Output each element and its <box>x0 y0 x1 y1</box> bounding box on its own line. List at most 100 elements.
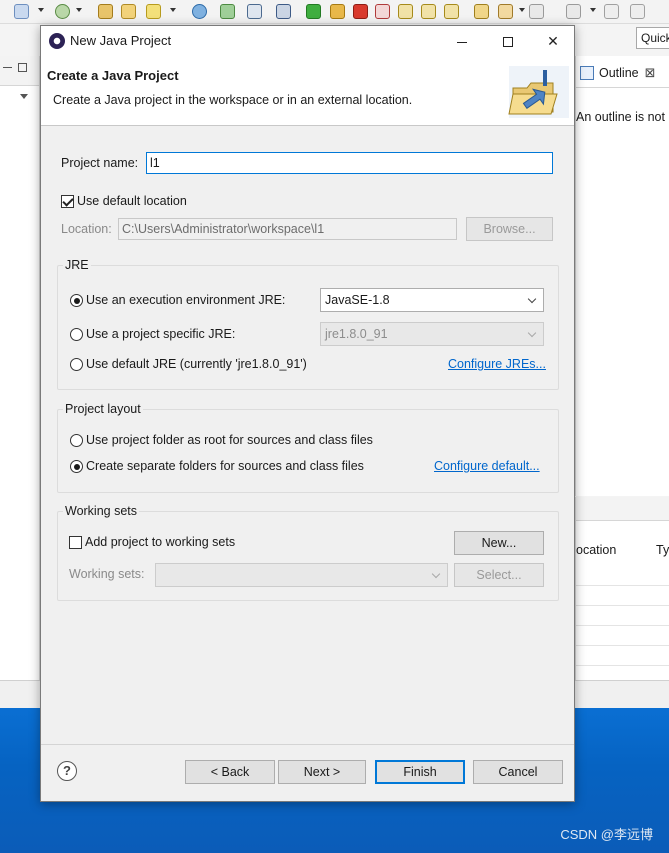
new-class-icon[interactable] <box>55 4 70 19</box>
open-folder-icon[interactable] <box>121 4 136 19</box>
project-specific-jre-value: jre1.8.0_91 <box>325 327 388 341</box>
banner-title: Create a Java Project <box>47 68 179 83</box>
working-sets-group-title: Working sets <box>63 504 140 518</box>
dropdown-arrow-icon[interactable] <box>76 8 82 12</box>
jre-default-radio[interactable] <box>70 358 83 371</box>
project-specific-jre-select[interactable]: jre1.8.0_91 <box>320 322 544 346</box>
working-sets-label: Working sets: <box>69 567 145 581</box>
table-row <box>576 665 669 666</box>
disconnect-icon[interactable] <box>375 4 390 19</box>
dialog-body: Project name: l1 Use default location Lo… <box>41 126 574 744</box>
working-sets-select[interactable] <box>155 563 448 587</box>
annotation-icon[interactable] <box>498 4 513 19</box>
pin-icon[interactable] <box>276 4 291 19</box>
pause-icon[interactable] <box>330 4 345 19</box>
finish-button[interactable]: Finish <box>375 760 465 784</box>
project-layout-group-title: Project layout <box>63 402 143 416</box>
run-icon[interactable] <box>306 4 321 19</box>
watermark: CSDN @李远博 <box>560 827 653 842</box>
chevron-down-icon <box>431 569 441 579</box>
chevron-down-icon <box>527 328 537 338</box>
minimize-icon[interactable] <box>3 67 12 69</box>
help-icon[interactable]: ? <box>57 761 77 781</box>
dropdown-arrow-icon[interactable] <box>38 8 44 12</box>
layout-project-root-radio[interactable] <box>70 434 83 447</box>
dropdown-arrow-icon[interactable] <box>519 8 525 12</box>
add-to-working-sets-checkbox[interactable] <box>69 536 82 549</box>
title-bar[interactable]: New Java Project ✕ <box>41 26 574 56</box>
server-icon[interactable] <box>220 4 235 19</box>
browse-button[interactable]: Browse... <box>466 217 553 241</box>
search-icon[interactable] <box>146 4 161 19</box>
jre-default-label: Use default JRE (currently 'jre1.8.0_91'… <box>86 357 307 371</box>
ide-toolbar <box>0 0 669 24</box>
execution-env-value: JavaSE-1.8 <box>325 293 390 307</box>
dropdown-arrow-icon[interactable] <box>170 8 176 12</box>
table-row <box>576 645 669 646</box>
dropdown-arrow-icon[interactable] <box>590 8 596 12</box>
close-icon: ✕ <box>547 33 559 49</box>
step-into-icon[interactable] <box>398 4 413 19</box>
working-sets-group <box>57 511 559 601</box>
stop-icon[interactable] <box>353 4 368 19</box>
view-menu-icon[interactable] <box>20 94 28 99</box>
wizard-banner: Create a Java Project Create a Java proj… <box>41 56 574 126</box>
task-list-icon[interactable] <box>474 4 489 19</box>
outline-message: An outline is not <box>576 110 665 124</box>
maximize-icon <box>503 37 513 48</box>
next-button[interactable]: Next > <box>278 760 366 784</box>
layout-separate-folders-radio[interactable] <box>70 460 83 473</box>
jre-execution-env-radio[interactable] <box>70 294 83 307</box>
maximize-button[interactable] <box>485 26 531 56</box>
jre-execution-env-label: Use an execution environment JRE: <box>86 293 286 307</box>
jre-project-specific-radio[interactable] <box>70 328 83 341</box>
close-icon[interactable]: ⊠ <box>645 65 656 80</box>
jre-group-title: JRE <box>63 258 91 272</box>
close-button[interactable]: ✕ <box>530 26 576 56</box>
globe-icon[interactable] <box>192 4 207 19</box>
location-field[interactable]: C:\Users\Administrator\workspace\l1 <box>118 218 457 240</box>
select-working-sets-button[interactable]: Select... <box>454 563 544 587</box>
execution-env-select[interactable]: JavaSE-1.8 <box>320 288 544 312</box>
layout-project-root-label: Use project folder as root for sources a… <box>86 433 373 447</box>
java-project-wizard-icon <box>508 66 569 118</box>
dialog-title: New Java Project <box>70 33 172 48</box>
new-working-set-button[interactable]: New... <box>454 531 544 555</box>
use-default-location-label: Use default location <box>77 194 187 208</box>
project-name-label: Project name: <box>61 156 139 170</box>
new-icon[interactable] <box>14 4 29 19</box>
configure-jres-link[interactable]: Configure JREs... <box>448 357 546 371</box>
next-annotation-icon[interactable] <box>529 4 544 19</box>
outline-icon <box>580 66 594 80</box>
panel-header <box>0 56 39 86</box>
column-header-type[interactable]: Ty <box>656 543 669 557</box>
package-explorer-panel <box>0 56 40 680</box>
column-header-location[interactable]: ocation <box>576 543 616 557</box>
outline-tab-label: Outline <box>599 66 639 80</box>
outline-panel: Outline ⊠ An outline is not <box>575 56 669 496</box>
configure-default-link[interactable]: Configure default... <box>434 459 540 473</box>
project-name-field[interactable]: l1 <box>146 152 553 174</box>
cancel-button[interactable]: Cancel <box>473 760 563 784</box>
chevron-down-icon <box>527 294 537 304</box>
back-icon[interactable] <box>604 4 619 19</box>
step-over-icon[interactable] <box>421 4 436 19</box>
console-icon[interactable] <box>247 4 262 19</box>
back-button[interactable]: < Back <box>185 760 275 784</box>
table-row <box>576 625 669 626</box>
forward-icon[interactable] <box>630 4 645 19</box>
new-java-project-dialog: New Java Project ✕ Create a Java Project… <box>40 25 575 802</box>
use-default-location-checkbox[interactable] <box>61 195 74 208</box>
location-label: Location: <box>61 222 112 236</box>
panel-tab-bar <box>576 497 669 521</box>
prev-annotation-icon[interactable] <box>566 4 581 19</box>
maximize-icon[interactable] <box>18 63 27 72</box>
quick-access-input[interactable]: Quick <box>636 27 669 49</box>
footer-separator <box>41 744 574 745</box>
outline-tab[interactable]: Outline ⊠ <box>576 56 669 88</box>
problems-panel: ocation Ty <box>575 497 669 681</box>
minimize-button[interactable] <box>439 26 485 56</box>
open-type-icon[interactable] <box>98 4 113 19</box>
jre-project-specific-label: Use a project specific JRE: <box>86 327 236 341</box>
step-return-icon[interactable] <box>444 4 459 19</box>
